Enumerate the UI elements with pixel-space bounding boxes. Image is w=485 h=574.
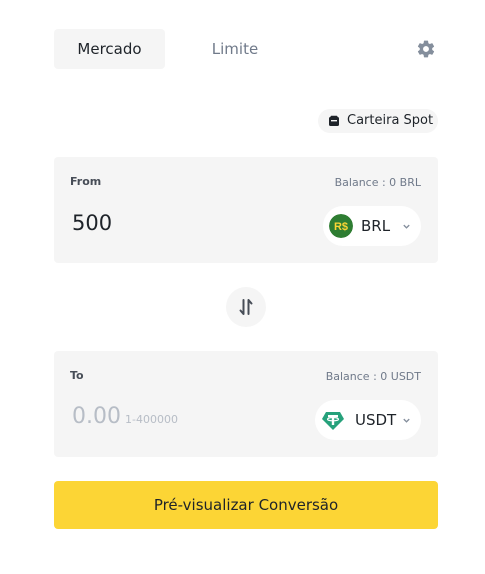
order-type-tabs: Mercado Limite (54, 29, 438, 69)
to-currency-selector[interactable]: USDT (315, 400, 421, 440)
gear-icon[interactable] (416, 39, 436, 59)
brl-coin-icon: R$ (329, 214, 353, 238)
brl-coin-symbol: R$ (334, 221, 348, 233)
from-currency-name: BRL (361, 217, 391, 235)
from-panel: From Balance : 0 BRL 500 R$ BRL (54, 157, 438, 263)
from-amount-input[interactable]: 500 (72, 211, 112, 235)
swap-arrows-icon (239, 299, 253, 315)
chevron-down-icon (403, 418, 410, 423)
wallet-label: Carteira Spot (347, 113, 434, 128)
from-balance: Balance : 0 BRL (334, 176, 421, 189)
from-currency-selector[interactable]: R$ BRL (323, 206, 421, 246)
to-currency-name: USDT (355, 411, 397, 429)
to-balance: Balance : 0 USDT (325, 370, 421, 383)
usdt-coin-icon (322, 412, 344, 430)
wallet-selector[interactable]: Carteira Spot (318, 109, 438, 133)
from-label: From (70, 175, 102, 188)
wallet-icon (329, 115, 339, 126)
to-label: To (70, 369, 84, 382)
to-panel: To Balance : 0 USDT 0.00 1-400000 USDT (54, 351, 438, 457)
tab-limite[interactable]: Limite (192, 29, 278, 69)
tab-mercado[interactable]: Mercado (54, 29, 165, 69)
swap-button[interactable] (226, 287, 266, 327)
to-amount-input[interactable]: 0.00 (72, 404, 121, 429)
preview-conversion-button[interactable]: Pré-visualizar Conversão (54, 481, 438, 529)
chevron-down-icon (403, 224, 410, 229)
to-amount-range: 1-400000 (125, 413, 178, 426)
